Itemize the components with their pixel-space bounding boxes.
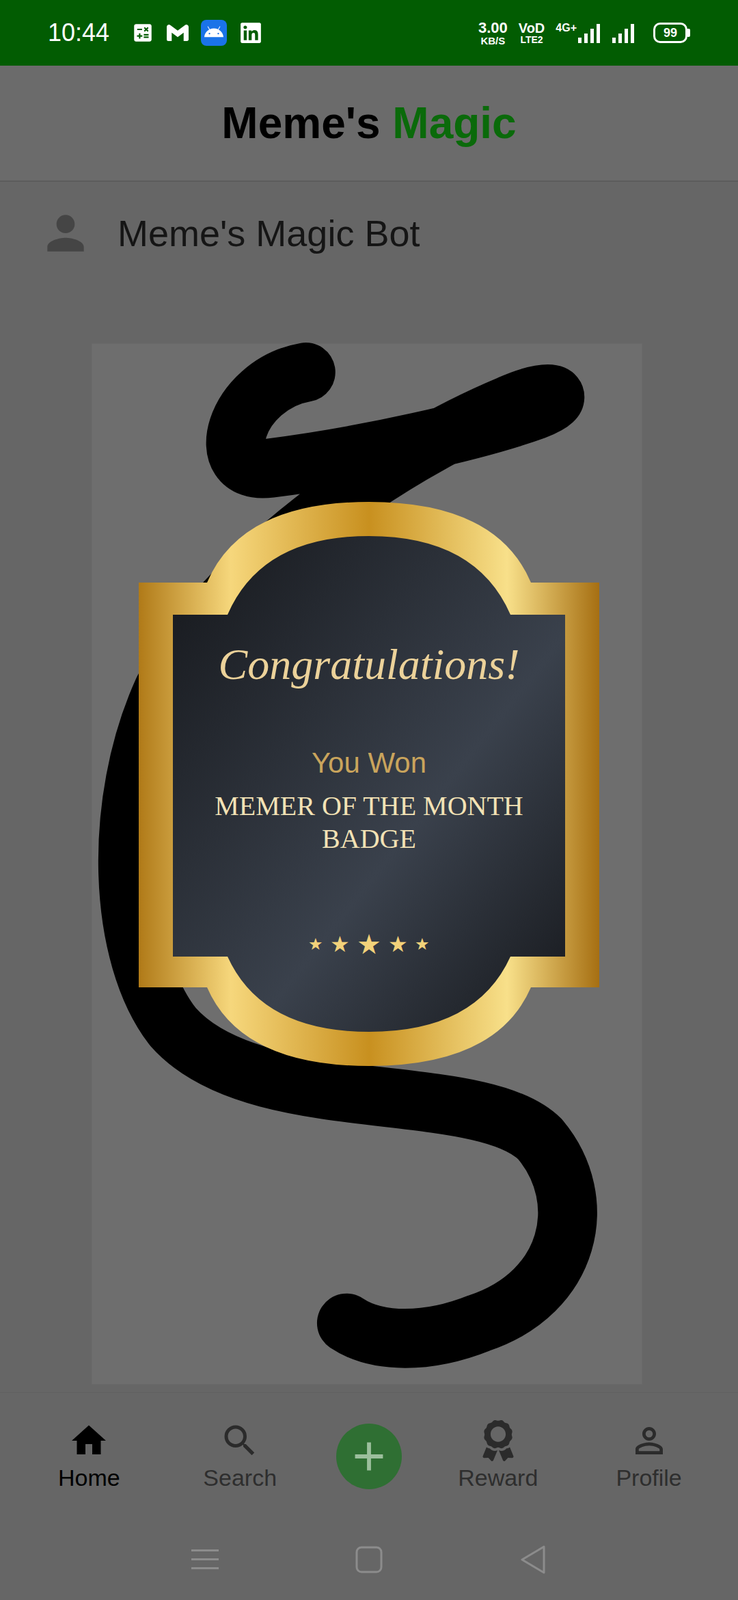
post-header: Meme's Magic Bot bbox=[0, 181, 738, 285]
calculator-icon bbox=[131, 21, 155, 45]
back-icon[interactable] bbox=[519, 1543, 547, 1574]
gmail-icon bbox=[166, 21, 189, 44]
badge-title: MEMER OF THE MONTH BADGE bbox=[191, 789, 547, 855]
system-nav bbox=[0, 1518, 738, 1599]
star-icon: ★ bbox=[356, 930, 382, 958]
post-image: Congratulations! You Won MEMER OF THE MONT… bbox=[0, 284, 738, 1392]
volte-indicator: VoDLTE2 bbox=[518, 21, 546, 45]
signal-icon bbox=[578, 22, 602, 44]
badge-dialog: Congratulations! You Won MEMER OF THE MONT… bbox=[138, 501, 600, 1066]
android-app-icon bbox=[200, 19, 227, 46]
badge-heading: Congratulations! bbox=[218, 638, 521, 691]
linkedin-icon bbox=[239, 21, 263, 45]
nav-item[interactable]: Home bbox=[34, 1419, 144, 1492]
app-screen: 10:44 3.00KB/S VoDLTE2 4G+ 99 Meme's Magic Mem… bbox=[0, 0, 738, 1599]
profile-icon bbox=[628, 1419, 670, 1461]
home-square-icon[interactable] bbox=[355, 1545, 383, 1573]
post-author[interactable]: Meme's Magic Bot bbox=[117, 211, 420, 256]
bottom-nav: Home Search Reward Profile bbox=[0, 1391, 738, 1519]
clock: 10:44 bbox=[47, 14, 110, 52]
add-post-button[interactable] bbox=[336, 1422, 402, 1489]
star-icon: ★ bbox=[388, 932, 408, 955]
signal-2-icon bbox=[612, 22, 636, 44]
star-icon: ★ bbox=[330, 932, 350, 955]
badge-stars: ★ ★ ★ ★ ★ bbox=[308, 930, 430, 958]
net-speed: 3.00KB/S bbox=[478, 20, 508, 46]
menu-icon[interactable] bbox=[191, 1547, 219, 1571]
nav-item[interactable]: Reward bbox=[443, 1419, 553, 1492]
star-icon: ★ bbox=[308, 935, 324, 952]
reward-icon bbox=[477, 1419, 519, 1461]
status-bar: 10:44 3.00KB/S VoDLTE2 4G+ 99 bbox=[0, 0, 738, 66]
user-avatar-icon bbox=[38, 205, 93, 261]
nav-item[interactable]: Profile bbox=[594, 1419, 704, 1492]
app-title: Meme's Magic bbox=[221, 97, 516, 150]
star-icon: ★ bbox=[414, 935, 430, 952]
app-header: Meme's Magic bbox=[0, 65, 738, 182]
badge-subheading: You Won bbox=[311, 745, 427, 780]
plus-icon bbox=[345, 1431, 393, 1480]
nav-item[interactable]: Search bbox=[185, 1419, 295, 1492]
home-icon bbox=[68, 1419, 110, 1461]
network-type: 4G+ bbox=[555, 22, 577, 34]
battery: 99 bbox=[653, 22, 691, 44]
badge-frame-icon bbox=[138, 501, 600, 1066]
search-icon bbox=[219, 1419, 261, 1461]
